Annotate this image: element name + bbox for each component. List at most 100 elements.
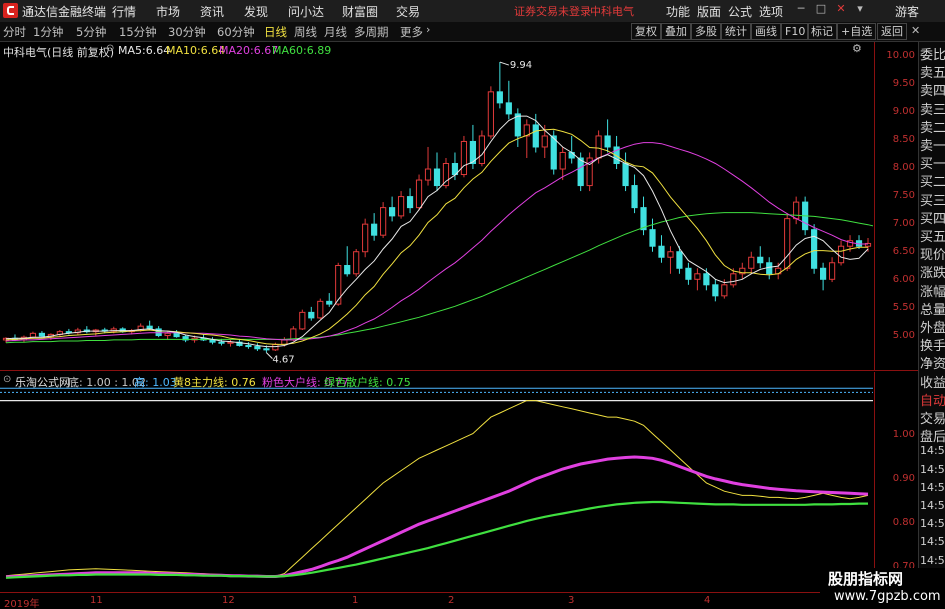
- candle-body[interactable]: [577, 157, 584, 187]
- candle-body[interactable]: [353, 251, 360, 275]
- menu-gongshi[interactable]: 公式: [728, 3, 752, 20]
- candle-body[interactable]: [730, 273, 737, 286]
- candle-body[interactable]: [505, 102, 512, 115]
- menu-zixun[interactable]: 资讯: [200, 3, 224, 20]
- candle-body[interactable]: [703, 273, 710, 286]
- period-fenshi[interactable]: 分时: [3, 24, 26, 40]
- candle-body[interactable]: [245, 344, 252, 348]
- candle-body[interactable]: [622, 163, 629, 187]
- candle-body[interactable]: [694, 273, 701, 280]
- period-daily[interactable]: 日线: [264, 24, 287, 40]
- chart-settings-gear-icon[interactable]: ⚙: [852, 42, 862, 55]
- indicator-chart-svg[interactable]: [0, 372, 873, 590]
- candle-body[interactable]: [317, 300, 324, 319]
- candle-body[interactable]: [299, 311, 306, 330]
- candle-body[interactable]: [433, 168, 441, 187]
- guest-user[interactable]: 游客: [895, 3, 919, 20]
- close-panel-icon[interactable]: ✕: [911, 24, 920, 37]
- minimize-icon[interactable]: ─: [794, 2, 808, 16]
- more-options-icon[interactable]: ▾: [853, 2, 867, 16]
- candle-body[interactable]: [828, 262, 836, 280]
- candle-body[interactable]: [389, 207, 396, 217]
- candle-body[interactable]: [218, 341, 225, 344]
- candle-body[interactable]: [541, 135, 548, 148]
- menu-gongneng[interactable]: 功能: [666, 3, 690, 20]
- huaxian-button[interactable]: 画线: [751, 23, 781, 40]
- period-multi[interactable]: 多周期: [354, 24, 389, 40]
- candle-body[interactable]: [362, 223, 369, 253]
- menu-wenxiaoda[interactable]: 问小达: [288, 3, 324, 20]
- menu-xuanxiang[interactable]: 选项: [759, 3, 783, 20]
- candle-body[interactable]: [757, 256, 764, 264]
- candle-body[interactable]: [272, 343, 279, 351]
- chevron-right-icon[interactable]: ›: [426, 23, 430, 36]
- period-15min[interactable]: 15分钟: [119, 24, 157, 40]
- menu-jiaoyi[interactable]: 交易: [396, 3, 420, 20]
- candle-body[interactable]: [631, 185, 638, 209]
- candle-body[interactable]: [424, 168, 432, 181]
- biaoji-button[interactable]: 标记: [807, 23, 837, 40]
- candle-body[interactable]: [658, 245, 665, 258]
- duogu-button[interactable]: 多股: [691, 23, 721, 40]
- kline-chart-area[interactable]: 9.94 4.67 中科电气(日线 前复权) ⊙ MA5:6.64 MA10:6…: [0, 42, 873, 370]
- indicator-chart-area[interactable]: ⊙ 乐淘公式网 底: 1.00 : 1.02 高: 1.03 黄8主力线: 0.…: [0, 372, 873, 590]
- candle-body[interactable]: [397, 196, 405, 217]
- candle-body[interactable]: [164, 332, 171, 337]
- candle-body[interactable]: [568, 151, 575, 159]
- diejia-button[interactable]: 叠加: [661, 23, 691, 40]
- candle-body[interactable]: [326, 300, 333, 305]
- menu-banmian[interactable]: 版面: [697, 3, 721, 20]
- candle-body[interactable]: [712, 284, 719, 297]
- candle-body[interactable]: [344, 265, 351, 275]
- period-1min[interactable]: 1分钟: [33, 24, 63, 40]
- candle-body[interactable]: [371, 223, 378, 236]
- candle-body[interactable]: [487, 91, 494, 137]
- candle-body[interactable]: [335, 265, 342, 305]
- candle-body[interactable]: [478, 135, 485, 165]
- period-more[interactable]: 更多: [400, 24, 423, 40]
- restore-icon[interactable]: □: [814, 2, 828, 16]
- candle-body[interactable]: [460, 140, 468, 176]
- candle-body[interactable]: [748, 256, 755, 269]
- period-30min[interactable]: 30分钟: [168, 24, 206, 40]
- candle-body[interactable]: [263, 348, 270, 351]
- add-watchlist-button[interactable]: +自选: [837, 23, 877, 40]
- candle-body[interactable]: [380, 207, 387, 236]
- candle-body[interactable]: [649, 229, 656, 247]
- candle-body[interactable]: [766, 262, 773, 275]
- candle-body[interactable]: [38, 332, 46, 337]
- back-button[interactable]: 返回: [877, 23, 907, 40]
- menu-shichang[interactable]: 市场: [156, 3, 180, 20]
- candle-body[interactable]: [667, 251, 674, 258]
- candle-body[interactable]: [406, 196, 414, 209]
- candle-body[interactable]: [254, 346, 261, 350]
- candle-body[interactable]: [640, 207, 647, 231]
- dropdown-circle-icon[interactable]: ⊙: [106, 43, 114, 54]
- fuquan-button[interactable]: 复权: [631, 23, 661, 40]
- kline-chart-svg[interactable]: 9.94 4.67: [0, 42, 873, 370]
- candle-body[interactable]: [676, 251, 683, 269]
- candle-body[interactable]: [496, 91, 503, 104]
- period-weekly[interactable]: 周线: [294, 24, 317, 40]
- candle-body[interactable]: [308, 311, 315, 319]
- candle-body[interactable]: [29, 332, 37, 338]
- period-60min[interactable]: 60分钟: [217, 24, 255, 40]
- candle-body[interactable]: [820, 267, 827, 280]
- candle-body[interactable]: [685, 267, 692, 280]
- candle-body[interactable]: [604, 135, 611, 148]
- tongji-button[interactable]: 统计: [721, 23, 751, 40]
- candle-body[interactable]: [784, 218, 791, 269]
- close-icon[interactable]: ✕: [834, 2, 848, 16]
- candle-body[interactable]: [209, 339, 216, 343]
- candle-body[interactable]: [837, 245, 845, 264]
- candle-body[interactable]: [559, 151, 566, 170]
- f10-button[interactable]: F10: [781, 23, 810, 40]
- trade-login-warning[interactable]: 证券交易未登录: [514, 3, 591, 19]
- candle-body[interactable]: [550, 135, 557, 170]
- candle-body[interactable]: [721, 284, 728, 297]
- candle-body[interactable]: [532, 124, 539, 148]
- candle-body[interactable]: [173, 332, 180, 338]
- menu-hangqing[interactable]: 行情: [112, 3, 136, 20]
- candle-body[interactable]: [415, 179, 423, 209]
- candle-body[interactable]: [811, 229, 818, 269]
